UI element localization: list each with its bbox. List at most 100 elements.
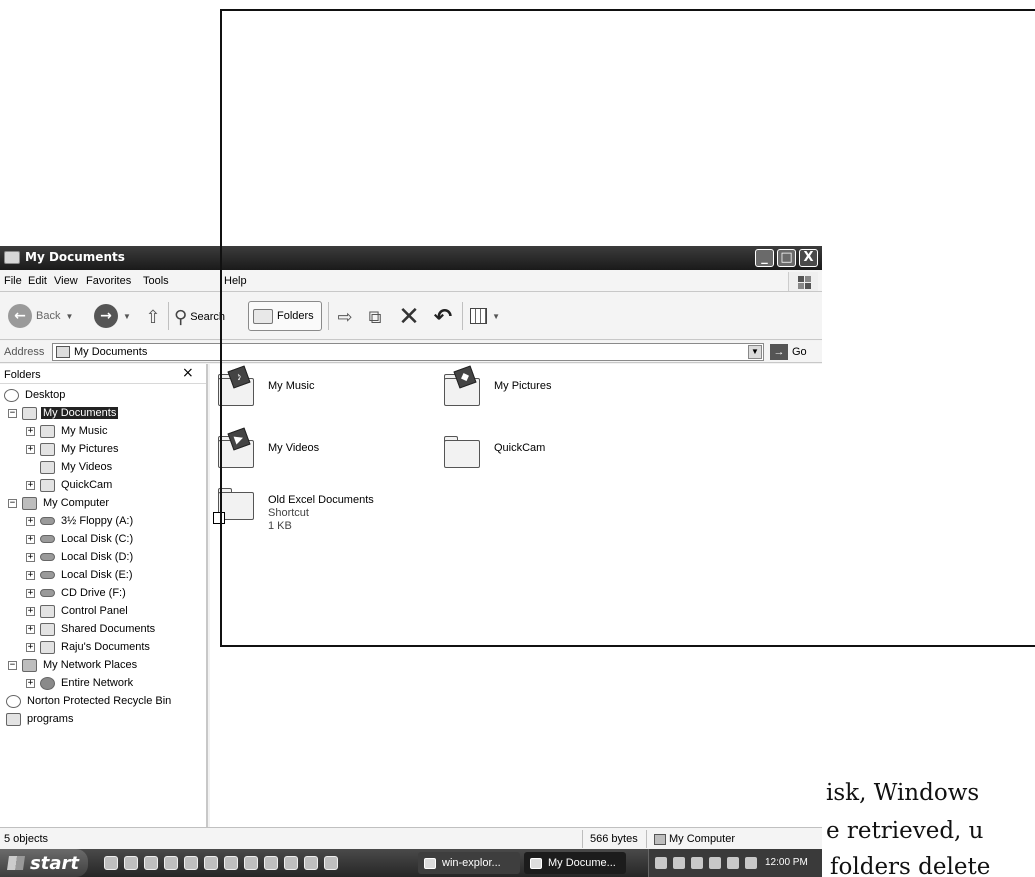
collapse-icon[interactable]: − bbox=[8, 498, 17, 508]
task-label: win-explor... bbox=[442, 857, 501, 869]
move-to-icon[interactable]: ⇨ bbox=[334, 306, 356, 328]
expand-icon[interactable]: + bbox=[26, 570, 35, 580]
menu-tools[interactable]: Tools bbox=[143, 275, 169, 287]
start-button[interactable]: start bbox=[0, 849, 88, 877]
close-icon[interactable]: × bbox=[182, 365, 194, 381]
tree-item[interactable]: +3½ Floppy (A:) bbox=[26, 512, 135, 530]
go-button[interactable]: → Go bbox=[770, 344, 807, 360]
taskbar-item-my-documents[interactable]: My Docume... bbox=[524, 852, 626, 874]
quick-launch-icon[interactable] bbox=[324, 856, 338, 870]
pictures-folder-icon: ◆ bbox=[442, 365, 482, 406]
views-button[interactable]: ▼ bbox=[470, 305, 500, 327]
expand-icon[interactable]: + bbox=[26, 678, 35, 688]
close-button[interactable]: X bbox=[799, 249, 818, 267]
menu-file[interactable]: File bbox=[4, 275, 22, 287]
address-label: Address bbox=[4, 346, 45, 358]
expand-icon[interactable]: + bbox=[26, 624, 35, 634]
tree-item[interactable]: My Videos bbox=[26, 458, 114, 476]
item-name: QuickCam bbox=[494, 442, 546, 454]
system-tray: 12:00 PM bbox=[648, 849, 822, 877]
quick-launch-icon[interactable] bbox=[104, 856, 118, 870]
tree-item[interactable]: + Shared Documents bbox=[26, 620, 157, 638]
expand-icon[interactable]: + bbox=[26, 426, 35, 436]
expand-icon[interactable]: + bbox=[26, 444, 35, 454]
forward-dropdown-icon[interactable]: ▼ bbox=[123, 312, 131, 321]
undo-icon[interactable]: ↶ bbox=[432, 305, 454, 330]
tray-icon[interactable] bbox=[691, 857, 703, 869]
address-field[interactable]: My Documents bbox=[52, 343, 764, 361]
title-bar[interactable]: My Documents _ □ X bbox=[0, 246, 822, 270]
tree-item[interactable]: − My Computer bbox=[8, 494, 111, 512]
quick-launch-icon[interactable] bbox=[124, 856, 138, 870]
tree-item-label: Local Disk (D:) bbox=[61, 551, 134, 563]
list-item[interactable]: ◆ My Pictures bbox=[442, 365, 551, 406]
address-dropdown-icon[interactable]: ▼ bbox=[748, 345, 762, 359]
back-button[interactable]: ← Back ▼ bbox=[8, 302, 73, 330]
tree-item[interactable]: + CD Drive (F:) bbox=[26, 584, 128, 602]
tree-item[interactable]: − My Documents bbox=[8, 404, 119, 422]
tree-item[interactable]: Desktop bbox=[4, 386, 67, 404]
quick-launch-icon[interactable] bbox=[164, 856, 178, 870]
tray-icon[interactable] bbox=[745, 857, 757, 869]
quick-launch-icon[interactable] bbox=[204, 856, 218, 870]
list-item[interactable]: ♪ My Music bbox=[216, 365, 314, 406]
search-button[interactable]: ⚲ Search bbox=[174, 304, 225, 330]
taskbar-item-win-explorer[interactable]: win-explor... bbox=[418, 852, 520, 874]
copy-to-icon[interactable]: ⧉ bbox=[364, 306, 386, 328]
menu-help[interactable]: Help bbox=[224, 275, 247, 287]
menu-view[interactable]: View bbox=[54, 275, 78, 287]
expand-icon[interactable]: + bbox=[26, 606, 35, 616]
list-item[interactable]: QuickCam bbox=[442, 434, 545, 468]
delete-icon[interactable]: ✕ bbox=[398, 302, 420, 332]
tree-item[interactable]: + QuickCam bbox=[26, 476, 114, 494]
collapse-icon[interactable]: − bbox=[8, 408, 17, 418]
tree-item[interactable]: + Local Disk (E:) bbox=[26, 566, 135, 584]
quick-launch-icon[interactable] bbox=[284, 856, 298, 870]
tree-item[interactable]: + Control Panel bbox=[26, 602, 130, 620]
tree-item[interactable]: + My Pictures bbox=[26, 440, 120, 458]
tree-item[interactable]: + My Music bbox=[26, 422, 109, 440]
expand-icon[interactable]: + bbox=[26, 480, 35, 490]
tree-item[interactable]: programs bbox=[6, 710, 75, 728]
back-dropdown-icon[interactable]: ▼ bbox=[65, 312, 73, 321]
quick-launch-icon[interactable] bbox=[244, 856, 258, 870]
expand-icon[interactable]: + bbox=[26, 552, 35, 562]
folders-label: Folders bbox=[277, 310, 314, 322]
tree-item[interactable]: + Entire Network bbox=[26, 674, 135, 692]
disk-icon bbox=[40, 553, 55, 561]
expand-icon[interactable]: + bbox=[26, 588, 35, 598]
tree-item[interactable]: − My Network Places bbox=[8, 656, 139, 674]
task-label: My Docume... bbox=[548, 857, 616, 869]
tree-item[interactable]: + Local Disk (C:) bbox=[26, 530, 135, 548]
collapse-icon[interactable]: − bbox=[8, 660, 17, 670]
tree-item-label: QuickCam bbox=[61, 479, 113, 491]
tree-item[interactable]: + Local Disk (D:) bbox=[26, 548, 135, 566]
expand-icon[interactable]: + bbox=[26, 642, 35, 652]
quick-launch-icon[interactable] bbox=[224, 856, 238, 870]
list-item[interactable]: ▶ My Videos bbox=[216, 427, 319, 468]
tray-icon[interactable] bbox=[655, 857, 667, 869]
tree-item[interactable]: Norton Protected Recycle Bin bbox=[6, 692, 173, 710]
tray-icon[interactable] bbox=[673, 857, 685, 869]
maximize-button[interactable]: □ bbox=[777, 249, 796, 267]
tray-icon[interactable] bbox=[727, 857, 739, 869]
quick-launch-icon[interactable] bbox=[264, 856, 278, 870]
expand-icon[interactable]: + bbox=[26, 516, 35, 526]
folders-button[interactable]: Folders bbox=[248, 301, 322, 331]
menu-favorites[interactable]: Favorites bbox=[86, 275, 131, 287]
expand-icon[interactable]: + bbox=[26, 534, 35, 544]
up-folder-icon[interactable]: ⇧ bbox=[142, 306, 164, 328]
quick-launch-icon[interactable] bbox=[144, 856, 158, 870]
menu-bar: File Edit View Favorites Tools Help bbox=[0, 270, 822, 292]
menu-edit[interactable]: Edit bbox=[28, 275, 47, 287]
quick-launch-icon[interactable] bbox=[304, 856, 318, 870]
list-item[interactable]: Old Excel Documents Shortcut 1 KB bbox=[213, 486, 374, 533]
tree-item-label: Desktop bbox=[25, 389, 66, 401]
minimize-button[interactable]: _ bbox=[755, 249, 774, 267]
tree-item[interactable]: + Raju's Documents bbox=[26, 638, 152, 656]
quick-launch-icon[interactable] bbox=[184, 856, 198, 870]
music-folder-icon bbox=[40, 424, 55, 438]
tree-item-label: My Pictures bbox=[61, 443, 119, 455]
tray-icon[interactable] bbox=[709, 857, 721, 869]
forward-button[interactable]: → ▼ bbox=[94, 302, 131, 330]
